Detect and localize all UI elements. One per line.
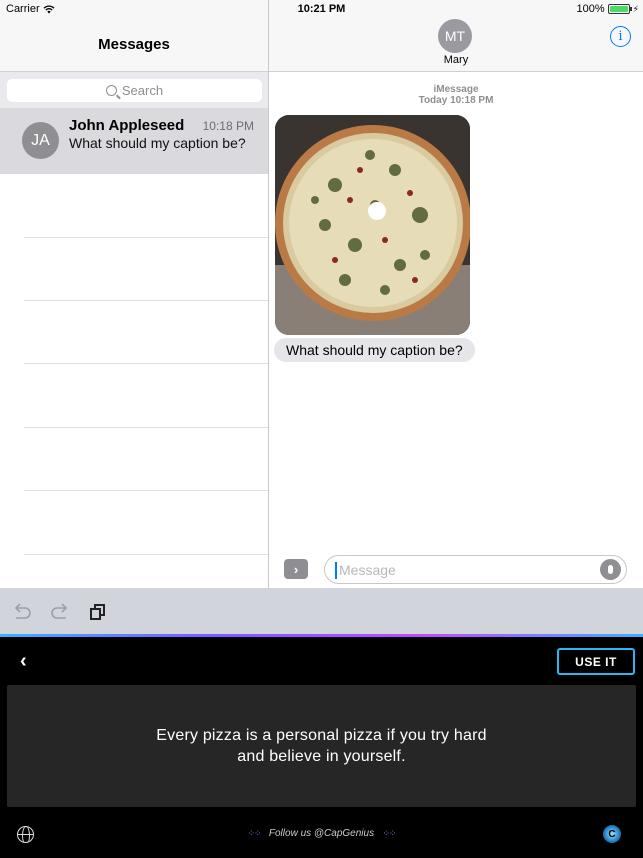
pizza-photo[interactable] [275,115,470,335]
sidebar-header: Messages [0,18,268,72]
charging-icon: ⚡ [632,3,639,14]
redo-icon[interactable] [50,603,70,621]
caption-text: Every pizza is a personal pizza if you t… [156,727,487,765]
list-divider [24,554,268,555]
search-icon [105,85,117,96]
undo-icon[interactable] [12,603,32,621]
conversation-time: 10:18 PM [202,119,254,133]
info-icon[interactable]: i [610,26,631,47]
keyboard-accent-bar [0,634,643,637]
chevron-right-icon[interactable]: › [284,559,308,579]
status-bar: Carrier 10:21 PM 100% ⚡ [0,0,643,18]
conversation-preview: What should my caption be? [69,135,246,151]
status-time: 10:21 PM [297,3,346,15]
list-divider [24,427,268,428]
avatar: JA [22,122,59,159]
mic-icon[interactable] [600,559,621,580]
copy-icon[interactable] [90,604,106,620]
list-item[interactable]: JA John Appleseed 10:18 PM What should m… [0,108,268,174]
conversation-list-pane: Messages Search JA John Appleseed 10:18 … [0,0,268,588]
follow-footer[interactable]: ⁘⁘ Follow us @CapGenius ⁘⁘ [0,828,643,839]
capgenius-logo-icon[interactable]: C [603,825,621,843]
conversation-name: John Appleseed [69,117,185,134]
sparkle-icon: ⁘⁘ [382,828,396,838]
list-divider [24,237,268,238]
service-label: iMessage [433,84,479,95]
sidebar-title: Messages [98,36,170,53]
conversation-list: JA John Appleseed 10:18 PM What should m… [0,108,268,588]
battery-percent: 100% [576,3,605,15]
sparkle-icon: ⁘⁘ [247,828,261,838]
message-timestamp: Today 10:18 PM [418,95,494,106]
battery-icon [607,4,632,14]
use-it-button[interactable]: USE IT [557,648,635,675]
search-input[interactable]: Search [7,79,262,102]
conversation-timestamp: iMessage Today 10:18 PM [269,84,643,106]
battery-group: 100% ⚡ [577,3,639,15]
message-input[interactable]: Message [324,555,627,584]
caption-card[interactable]: Every pizza is a personal pizza if you t… [7,685,636,807]
text-caret [335,562,337,579]
contact-avatar[interactable]: MT [438,19,472,53]
search-bar: Search [0,72,268,108]
contact-name[interactable]: Mary [269,54,643,66]
list-divider [24,490,268,491]
list-divider [24,300,268,301]
follow-text: Follow us @CapGenius [268,828,375,839]
list-divider [24,363,268,364]
search-placeholder: Search [121,83,164,98]
message-bubble[interactable]: What should my caption be? [274,338,475,362]
back-chevron-icon[interactable]: ‹ [20,650,27,673]
message-placeholder: Message [339,562,396,578]
